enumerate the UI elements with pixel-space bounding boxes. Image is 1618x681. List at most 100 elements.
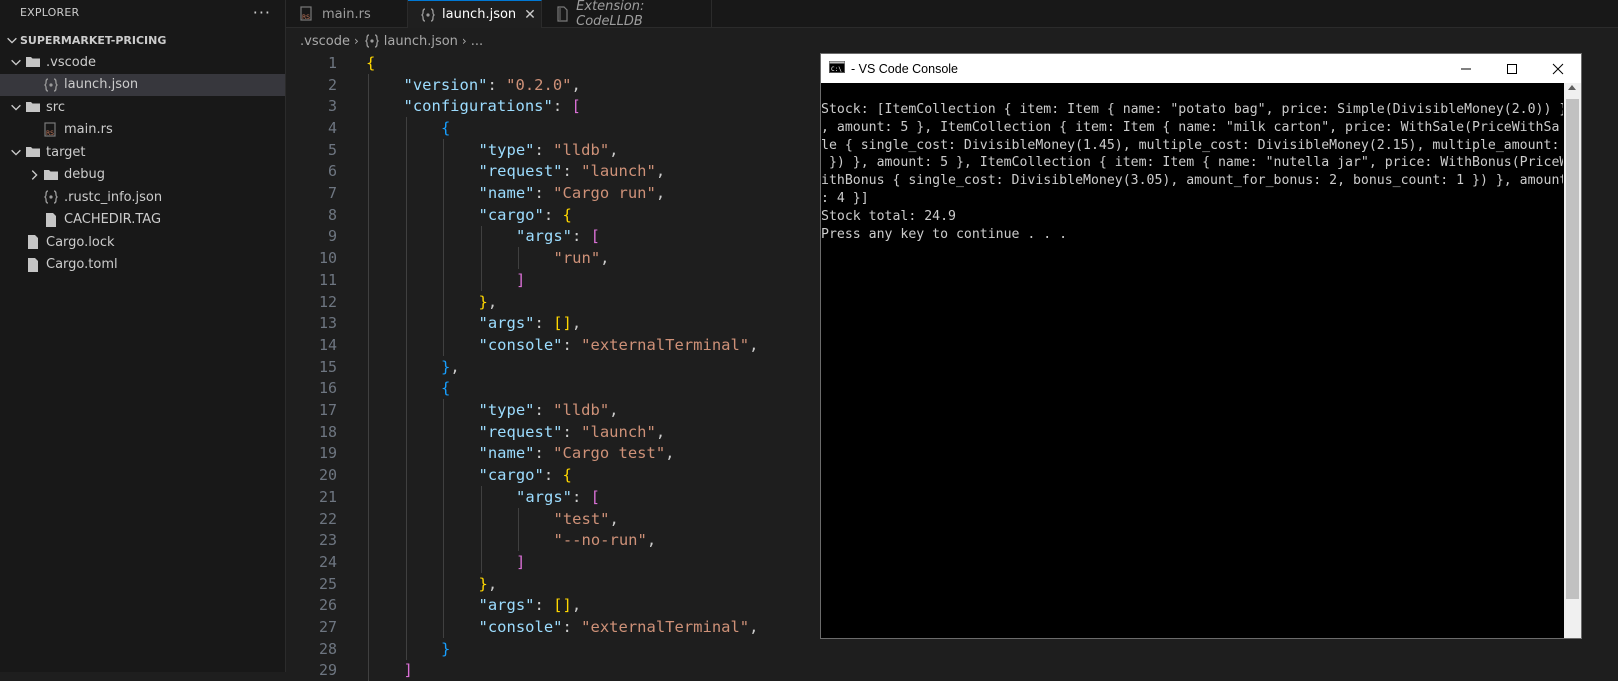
code-line: 9 "args": [ [286, 226, 600, 248]
line-number: 13 [318, 314, 337, 333]
code-text: "version": "0.2.0", [404, 76, 581, 94]
tree-item-label: Cargo.lock [46, 234, 115, 250]
code-token: , [665, 444, 675, 463]
explorer-title: EXPLORER [20, 5, 80, 19]
breadcrumb-more[interactable]: ... [471, 34, 483, 49]
code-token: , [600, 249, 610, 268]
code-token: "Cargo run" [553, 184, 656, 203]
code-token: , [655, 184, 666, 203]
code-text: "test", [554, 510, 619, 528]
tree-item-label: src [46, 99, 65, 115]
console-scrollbar[interactable] [1564, 83, 1581, 638]
console-line: ithBonus { single_cost: DivisibleMoney(3… [821, 173, 1563, 189]
code-line: 11] [286, 269, 525, 291]
line-number: 12 [318, 292, 337, 311]
code-token: "name" [478, 444, 535, 463]
code-text: { [441, 379, 450, 397]
line-number: 28 [318, 639, 337, 658]
tree-item[interactable]: debug [0, 164, 285, 187]
code-line: 15}, [286, 356, 460, 378]
code-token: } [478, 574, 488, 593]
close-icon[interactable] [1535, 54, 1581, 83]
tree-item[interactable]: launch.json [0, 73, 285, 96]
code-token: : [487, 75, 507, 94]
code-text: "cargo": { [479, 466, 572, 484]
chevron-right-icon: › [461, 34, 467, 48]
tree-item[interactable]: src [0, 96, 285, 119]
code-token: , [646, 531, 657, 550]
tab-launch-json[interactable]: launch.json ✕ [408, 0, 542, 28]
tree-item[interactable]: Cargo.toml [0, 254, 285, 277]
code-text: "--no-run", [554, 531, 657, 549]
code-text: }, [441, 358, 460, 376]
code-line: 18 "request": "launch", [286, 421, 665, 443]
tree-item[interactable]: target [0, 141, 285, 164]
code-line: 10 "run", [286, 247, 610, 269]
line-number: 22 [318, 509, 337, 528]
code-text: ] [404, 661, 413, 679]
vscode-console-window[interactable]: C:\ - VS Code Console Stock: [ItemCollec… [820, 53, 1582, 639]
breadcrumb-file[interactable]: launch.json [384, 34, 458, 49]
code-line: 2 "version": "0.2.0", [286, 74, 581, 96]
code-token: "name" [478, 184, 535, 203]
tree-item-label: target [46, 144, 86, 160]
code-token: "request" [478, 162, 563, 181]
code-line: 20 "cargo": { [286, 464, 572, 486]
tree-item-label: .rustc_info.json [64, 189, 163, 205]
code-line: 8 "cargo": { [286, 204, 572, 226]
scroll-up-icon[interactable] [1568, 85, 1576, 90]
code-token: "request" [478, 422, 563, 441]
maximize-icon[interactable] [1489, 54, 1535, 83]
code-line: 6 "request": "launch", [286, 161, 665, 183]
tree-item[interactable]: .vscode [0, 51, 285, 74]
tree-item[interactable]: .rustc_info.json [0, 186, 285, 209]
console-title-bar[interactable]: C:\ - VS Code Console [821, 54, 1581, 83]
tree-item-label: .vscode [46, 54, 96, 70]
code-token: "0.2.0" [506, 75, 572, 94]
line-number: 29 [318, 661, 337, 680]
more-actions-icon[interactable]: ··· [253, 3, 271, 22]
indent-guide [368, 73, 369, 681]
code-text: "args": [], [479, 314, 582, 332]
code-token: "args" [478, 314, 535, 333]
code-token: : [572, 227, 591, 246]
console-line: Stock: [ItemCollection { item: Item { na… [821, 102, 1563, 117]
code-token: "version" [403, 75, 488, 94]
tab-main-rs[interactable]: RS main.rs [286, 0, 408, 28]
tab-label: main.rs [322, 6, 371, 22]
code-text: "console": "externalTerminal", [479, 618, 759, 636]
tree-item[interactable]: CACHEDIR.TAG [0, 209, 285, 232]
code-token: : [562, 618, 582, 637]
close-icon[interactable]: ✕ [524, 7, 536, 23]
minimize-icon[interactable] [1443, 54, 1489, 83]
tab-label: Extension: CodeLLDB [576, 0, 645, 29]
scrollbar-thumb[interactable] [1566, 99, 1579, 599]
tab-extension-codelldb[interactable]: Extension: CodeLLDB [542, 0, 712, 29]
code-token: [ [590, 227, 601, 246]
code-token: ] [516, 270, 526, 289]
code-token: { [562, 466, 572, 485]
code-text: "args": [], [479, 596, 582, 614]
code-token: : [572, 487, 591, 506]
rust-file-icon: RS [42, 122, 60, 138]
folder-icon [24, 144, 42, 160]
code-token: , [609, 140, 619, 159]
code-token: } [478, 292, 488, 311]
code-token: , [571, 596, 582, 615]
console-title: - VS Code Console [851, 61, 959, 76]
code-line: 25}, [286, 573, 497, 595]
tree-item[interactable]: Cargo.lock [0, 231, 285, 254]
line-number: 20 [318, 466, 337, 485]
code-line: 1{ [286, 52, 375, 74]
indent-guide [518, 507, 519, 552]
indent-guide [480, 486, 482, 573]
code-token: "lldb" [553, 401, 610, 420]
chevron-right-icon [26, 168, 42, 182]
breadcrumb-folder[interactable]: .vscode [300, 34, 350, 49]
workspace-root[interactable]: SUPERMARKET-PRICING [0, 29, 285, 51]
indent-guide [405, 117, 407, 660]
code-token: ] [516, 552, 526, 571]
code-token: "args" [516, 227, 572, 246]
tree-item[interactable]: RS main.rs [0, 119, 285, 142]
code-token: , [655, 162, 666, 181]
